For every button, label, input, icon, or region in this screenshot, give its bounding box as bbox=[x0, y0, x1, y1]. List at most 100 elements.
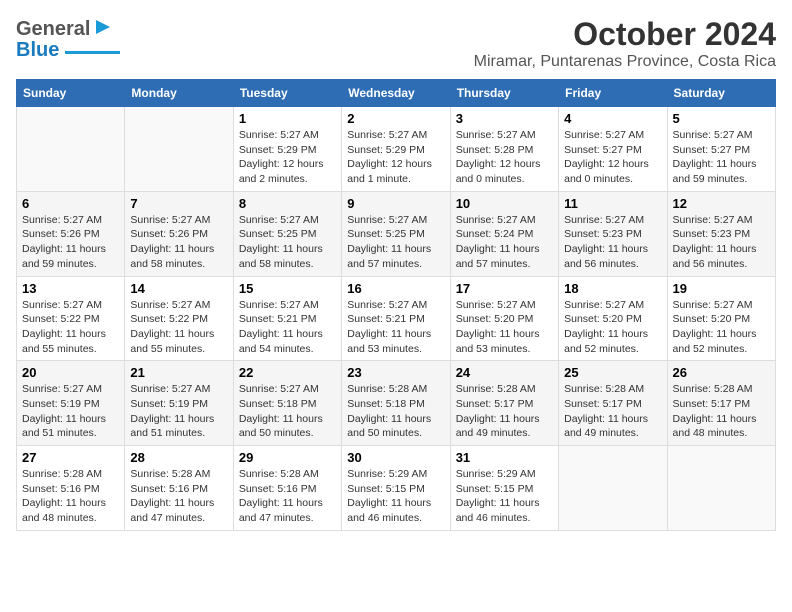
day-info: Sunrise: 5:27 AMSunset: 5:27 PMDaylight:… bbox=[673, 129, 757, 185]
table-row: 3 Sunrise: 5:27 AMSunset: 5:28 PMDayligh… bbox=[450, 107, 558, 192]
day-info: Sunrise: 5:28 AMSunset: 5:16 PMDaylight:… bbox=[130, 468, 214, 524]
day-number: 6 bbox=[22, 196, 119, 211]
day-info: Sunrise: 5:27 AMSunset: 5:28 PMDaylight:… bbox=[456, 129, 541, 185]
table-row: 27 Sunrise: 5:28 AMSunset: 5:16 PMDaylig… bbox=[17, 446, 125, 531]
day-number: 12 bbox=[673, 196, 770, 211]
day-number: 25 bbox=[564, 365, 661, 380]
page-subtitle: Miramar, Puntarenas Province, Costa Rica bbox=[474, 53, 776, 71]
day-number: 11 bbox=[564, 196, 661, 211]
day-info: Sunrise: 5:27 AMSunset: 5:18 PMDaylight:… bbox=[239, 383, 323, 439]
calendar-week-row: 1 Sunrise: 5:27 AMSunset: 5:29 PMDayligh… bbox=[17, 107, 776, 192]
day-number: 1 bbox=[239, 111, 336, 126]
day-info: Sunrise: 5:28 AMSunset: 5:16 PMDaylight:… bbox=[239, 468, 323, 524]
day-info: Sunrise: 5:27 AMSunset: 5:23 PMDaylight:… bbox=[673, 214, 757, 270]
table-row bbox=[17, 107, 125, 192]
day-number: 3 bbox=[456, 111, 553, 126]
table-row: 10 Sunrise: 5:27 AMSunset: 5:24 PMDaylig… bbox=[450, 191, 558, 276]
day-number: 29 bbox=[239, 450, 336, 465]
table-row: 31 Sunrise: 5:29 AMSunset: 5:15 PMDaylig… bbox=[450, 446, 558, 531]
day-info: Sunrise: 5:27 AMSunset: 5:22 PMDaylight:… bbox=[130, 299, 214, 355]
table-row: 15 Sunrise: 5:27 AMSunset: 5:21 PMDaylig… bbox=[233, 276, 341, 361]
day-info: Sunrise: 5:29 AMSunset: 5:15 PMDaylight:… bbox=[347, 468, 431, 524]
day-number: 17 bbox=[456, 281, 553, 296]
day-number: 18 bbox=[564, 281, 661, 296]
day-info: Sunrise: 5:27 AMSunset: 5:29 PMDaylight:… bbox=[347, 129, 432, 185]
day-number: 15 bbox=[239, 281, 336, 296]
day-number: 2 bbox=[347, 111, 444, 126]
table-row: 9 Sunrise: 5:27 AMSunset: 5:25 PMDayligh… bbox=[342, 191, 450, 276]
table-row: 12 Sunrise: 5:27 AMSunset: 5:23 PMDaylig… bbox=[667, 191, 775, 276]
day-number: 27 bbox=[22, 450, 119, 465]
table-row: 1 Sunrise: 5:27 AMSunset: 5:29 PMDayligh… bbox=[233, 107, 341, 192]
table-row: 16 Sunrise: 5:27 AMSunset: 5:21 PMDaylig… bbox=[342, 276, 450, 361]
col-thursday: Thursday bbox=[450, 80, 558, 107]
day-number: 5 bbox=[673, 111, 770, 126]
day-info: Sunrise: 5:27 AMSunset: 5:29 PMDaylight:… bbox=[239, 129, 324, 185]
col-sunday: Sunday bbox=[17, 80, 125, 107]
day-info: Sunrise: 5:27 AMSunset: 5:19 PMDaylight:… bbox=[130, 383, 214, 439]
table-row: 30 Sunrise: 5:29 AMSunset: 5:15 PMDaylig… bbox=[342, 446, 450, 531]
table-row: 6 Sunrise: 5:27 AMSunset: 5:26 PMDayligh… bbox=[17, 191, 125, 276]
page-header: General Blue October 2024 Miramar, Punta… bbox=[16, 16, 776, 71]
day-number: 16 bbox=[347, 281, 444, 296]
day-number: 24 bbox=[456, 365, 553, 380]
day-number: 4 bbox=[564, 111, 661, 126]
table-row: 24 Sunrise: 5:28 AMSunset: 5:17 PMDaylig… bbox=[450, 361, 558, 446]
table-row: 5 Sunrise: 5:27 AMSunset: 5:27 PMDayligh… bbox=[667, 107, 775, 192]
col-friday: Friday bbox=[559, 80, 667, 107]
day-number: 9 bbox=[347, 196, 444, 211]
day-number: 21 bbox=[130, 365, 227, 380]
day-info: Sunrise: 5:28 AMSunset: 5:17 PMDaylight:… bbox=[456, 383, 540, 439]
table-row bbox=[667, 446, 775, 531]
day-info: Sunrise: 5:27 AMSunset: 5:21 PMDaylight:… bbox=[239, 299, 323, 355]
day-number: 8 bbox=[239, 196, 336, 211]
logo-general: General bbox=[16, 18, 90, 41]
logo: General Blue bbox=[16, 16, 120, 62]
day-info: Sunrise: 5:28 AMSunset: 5:18 PMDaylight:… bbox=[347, 383, 431, 439]
table-row: 22 Sunrise: 5:27 AMSunset: 5:18 PMDaylig… bbox=[233, 361, 341, 446]
table-row: 29 Sunrise: 5:28 AMSunset: 5:16 PMDaylig… bbox=[233, 446, 341, 531]
calendar-header-row: Sunday Monday Tuesday Wednesday Thursday… bbox=[17, 80, 776, 107]
day-info: Sunrise: 5:27 AMSunset: 5:25 PMDaylight:… bbox=[239, 214, 323, 270]
day-info: Sunrise: 5:27 AMSunset: 5:21 PMDaylight:… bbox=[347, 299, 431, 355]
table-row bbox=[559, 446, 667, 531]
calendar-week-row: 13 Sunrise: 5:27 AMSunset: 5:22 PMDaylig… bbox=[17, 276, 776, 361]
table-row bbox=[125, 107, 233, 192]
day-info: Sunrise: 5:29 AMSunset: 5:15 PMDaylight:… bbox=[456, 468, 540, 524]
day-number: 23 bbox=[347, 365, 444, 380]
day-number: 13 bbox=[22, 281, 119, 296]
day-number: 31 bbox=[456, 450, 553, 465]
calendar-week-row: 27 Sunrise: 5:28 AMSunset: 5:16 PMDaylig… bbox=[17, 446, 776, 531]
table-row: 19 Sunrise: 5:27 AMSunset: 5:20 PMDaylig… bbox=[667, 276, 775, 361]
day-info: Sunrise: 5:27 AMSunset: 5:24 PMDaylight:… bbox=[456, 214, 540, 270]
table-row: 4 Sunrise: 5:27 AMSunset: 5:27 PMDayligh… bbox=[559, 107, 667, 192]
table-row: 20 Sunrise: 5:27 AMSunset: 5:19 PMDaylig… bbox=[17, 361, 125, 446]
title-block: October 2024 Miramar, Puntarenas Provinc… bbox=[474, 16, 776, 71]
day-info: Sunrise: 5:27 AMSunset: 5:27 PMDaylight:… bbox=[564, 129, 649, 185]
table-row: 25 Sunrise: 5:28 AMSunset: 5:17 PMDaylig… bbox=[559, 361, 667, 446]
table-row: 2 Sunrise: 5:27 AMSunset: 5:29 PMDayligh… bbox=[342, 107, 450, 192]
page-title: October 2024 bbox=[474, 16, 776, 53]
day-info: Sunrise: 5:27 AMSunset: 5:19 PMDaylight:… bbox=[22, 383, 106, 439]
day-info: Sunrise: 5:28 AMSunset: 5:16 PMDaylight:… bbox=[22, 468, 106, 524]
table-row: 8 Sunrise: 5:27 AMSunset: 5:25 PMDayligh… bbox=[233, 191, 341, 276]
day-info: Sunrise: 5:28 AMSunset: 5:17 PMDaylight:… bbox=[564, 383, 648, 439]
col-saturday: Saturday bbox=[667, 80, 775, 107]
table-row: 11 Sunrise: 5:27 AMSunset: 5:23 PMDaylig… bbox=[559, 191, 667, 276]
col-tuesday: Tuesday bbox=[233, 80, 341, 107]
day-number: 20 bbox=[22, 365, 119, 380]
day-info: Sunrise: 5:27 AMSunset: 5:20 PMDaylight:… bbox=[673, 299, 757, 355]
calendar-table: Sunday Monday Tuesday Wednesday Thursday… bbox=[16, 79, 776, 531]
table-row: 14 Sunrise: 5:27 AMSunset: 5:22 PMDaylig… bbox=[125, 276, 233, 361]
day-number: 28 bbox=[130, 450, 227, 465]
table-row: 21 Sunrise: 5:27 AMSunset: 5:19 PMDaylig… bbox=[125, 361, 233, 446]
table-row: 28 Sunrise: 5:28 AMSunset: 5:16 PMDaylig… bbox=[125, 446, 233, 531]
day-number: 26 bbox=[673, 365, 770, 380]
day-number: 7 bbox=[130, 196, 227, 211]
logo-blue: Blue bbox=[16, 39, 59, 62]
day-number: 22 bbox=[239, 365, 336, 380]
day-info: Sunrise: 5:27 AMSunset: 5:26 PMDaylight:… bbox=[130, 214, 214, 270]
logo-arrow-icon bbox=[92, 16, 114, 38]
day-number: 10 bbox=[456, 196, 553, 211]
calendar-week-row: 6 Sunrise: 5:27 AMSunset: 5:26 PMDayligh… bbox=[17, 191, 776, 276]
